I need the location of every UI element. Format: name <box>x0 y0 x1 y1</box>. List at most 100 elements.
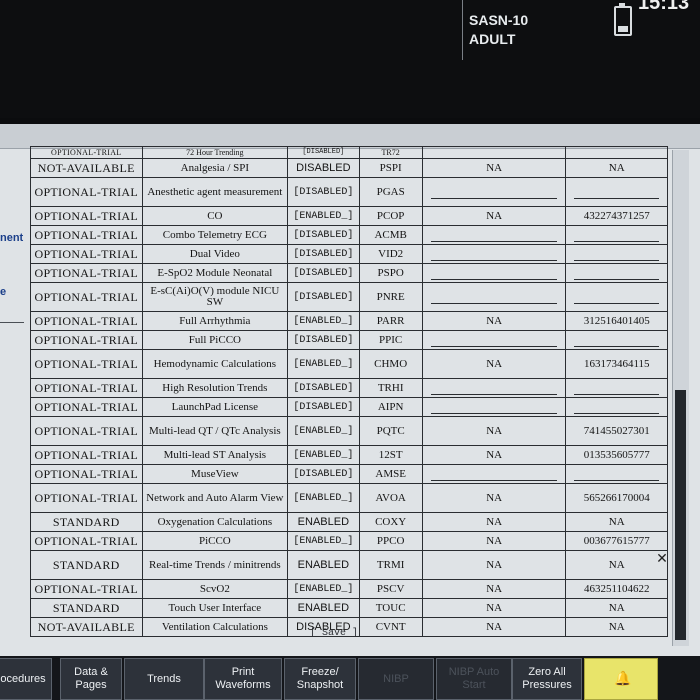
na-cell[interactable] <box>421 263 567 283</box>
na-cell[interactable] <box>421 177 567 207</box>
na-cell[interactable]: NA <box>421 550 567 580</box>
key-cell[interactable]: 003677615777 <box>565 531 668 551</box>
patient-info[interactable]: SASN-10 ADULT <box>462 0 603 60</box>
entry-field[interactable] <box>430 291 558 304</box>
entry-field[interactable] <box>574 291 659 304</box>
entry-field[interactable] <box>430 468 558 481</box>
status-cell: STANDARD <box>30 512 143 532</box>
na-cell[interactable] <box>421 397 567 417</box>
key-cell[interactable] <box>565 282 668 312</box>
entry-field[interactable] <box>430 401 558 414</box>
state-cell: [DISABLED] <box>287 146 360 159</box>
na-cell[interactable]: NA <box>421 512 567 532</box>
key-cell[interactable]: 432274371257 <box>565 206 668 226</box>
key-cell[interactable]: NA <box>565 158 668 178</box>
entry-field[interactable] <box>574 248 659 261</box>
side-label-2[interactable]: e <box>0 286 6 298</box>
feature-cell: Hemodynamic Calculations <box>141 349 289 379</box>
key-cell[interactable]: NA <box>565 512 668 532</box>
state-cell: ENABLED <box>287 512 360 532</box>
key-cell[interactable]: 013535605777 <box>565 445 668 465</box>
alarm-silence-button[interactable]: 🔔 <box>584 658 658 700</box>
key-cell[interactable]: 312516401405 <box>565 311 668 331</box>
key-cell[interactable] <box>565 225 668 245</box>
na-cell[interactable] <box>421 244 567 264</box>
na-cell[interactable] <box>421 282 567 312</box>
status-cell: OPTIONAL-TRIAL <box>30 579 143 599</box>
feature-cell: Touch User Interface <box>141 598 289 618</box>
na-cell[interactable]: NA <box>421 579 567 599</box>
code-cell: PQTC <box>358 416 423 446</box>
na-cell[interactable]: NA <box>421 158 567 178</box>
entry-field[interactable] <box>574 334 659 347</box>
key-cell[interactable]: NA <box>565 598 668 618</box>
table-row: OPTIONAL-TRIAL LaunchPad License [DISABLED… <box>30 397 668 417</box>
na-cell[interactable]: NA <box>421 416 567 446</box>
scrollbar-thumb[interactable] <box>675 390 686 640</box>
entry-field[interactable] <box>574 229 659 242</box>
entry-field[interactable] <box>574 186 659 199</box>
scrollbar[interactable] <box>672 150 689 646</box>
table-row: OPTIONAL-TRIAL Combo Telemetry ECG [DISABL… <box>30 225 668 245</box>
na-cell[interactable] <box>421 330 567 350</box>
entry-field[interactable] <box>430 248 558 261</box>
zero-pressures-button[interactable]: Zero All Pressures <box>512 658 582 700</box>
state-cell: DISABLED <box>287 158 360 178</box>
na-cell[interactable]: NA <box>421 445 567 465</box>
code-cell: AIPN <box>358 397 423 417</box>
na-cell[interactable]: NA <box>421 311 567 331</box>
key-cell[interactable]: NA <box>565 617 668 637</box>
key-cell[interactable]: 463251104622 <box>565 579 668 599</box>
key-cell[interactable] <box>565 244 668 264</box>
key-cell[interactable] <box>565 177 668 207</box>
table-row: OPTIONAL-TRIAL Hemodynamic Calculations [E… <box>30 349 668 379</box>
nibp-auto-button[interactable]: NIBP Auto Start <box>436 658 512 700</box>
feature-cell: Dual Video <box>141 244 289 264</box>
na-cell[interactable] <box>421 225 567 245</box>
feature-cell: Multi-lead QT / QTc Analysis <box>141 416 289 446</box>
na-cell[interactable]: NA <box>421 598 567 618</box>
code-cell: PARR <box>358 311 423 331</box>
side-label-1[interactable]: nent <box>0 232 23 244</box>
na-cell[interactable] <box>421 378 567 398</box>
entry-field[interactable] <box>574 267 659 280</box>
save-button[interactable]: [ Save ] <box>310 628 358 639</box>
table-row: OPTIONAL-TRIAL Network and Auto Alarm Vie… <box>30 483 668 513</box>
na-cell[interactable]: NA <box>421 483 567 513</box>
key-cell[interactable] <box>565 263 668 283</box>
na-cell[interactable]: NA <box>421 349 567 379</box>
na-cell[interactable] <box>421 464 567 484</box>
na-cell[interactable]: NA <box>421 617 567 637</box>
key-cell[interactable]: NA <box>565 550 668 580</box>
key-cell[interactable] <box>565 330 668 350</box>
code-cell: AVOA <box>358 483 423 513</box>
close-icon[interactable]: ✕ <box>655 552 669 566</box>
patient-id: SASN-10 <box>469 12 529 28</box>
key-cell[interactable]: 565266170004 <box>565 483 668 513</box>
print-waveforms-button[interactable]: Print Waveforms <box>204 658 282 700</box>
freeze-snapshot-button[interactable]: Freeze/ Snapshot <box>284 658 356 700</box>
entry-field[interactable] <box>430 229 558 242</box>
key-cell[interactable] <box>565 378 668 398</box>
entry-field[interactable] <box>430 334 558 347</box>
table-row: OPTIONAL-TRIAL E-sC(Ai)O(V) module NICU S… <box>30 282 668 312</box>
procedures-button[interactable]: ocedures <box>0 658 52 700</box>
entry-field[interactable] <box>574 401 659 414</box>
data-pages-button[interactable]: Data & Pages <box>60 658 122 700</box>
nibp-button[interactable]: NIBP <box>358 658 434 700</box>
entry-field[interactable] <box>430 382 558 395</box>
table-row: OPTIONAL-TRIAL Multi-lead ST Analysis [ENA… <box>30 445 668 465</box>
entry-field[interactable] <box>574 468 659 481</box>
key-cell[interactable]: 741455027301 <box>565 416 668 446</box>
entry-field[interactable] <box>574 382 659 395</box>
entry-field[interactable] <box>430 186 558 199</box>
na-cell[interactable]: NA <box>421 206 567 226</box>
na-cell[interactable]: NA <box>421 531 567 551</box>
key-cell[interactable] <box>565 464 668 484</box>
key-cell[interactable]: 163173464115 <box>565 349 668 379</box>
key-cell <box>565 146 668 159</box>
key-cell[interactable] <box>565 397 668 417</box>
entry-field[interactable] <box>430 267 558 280</box>
table-row: OPTIONAL-TRIAL Anesthetic agent measureme… <box>30 177 668 207</box>
trends-button[interactable]: Trends <box>124 658 204 700</box>
